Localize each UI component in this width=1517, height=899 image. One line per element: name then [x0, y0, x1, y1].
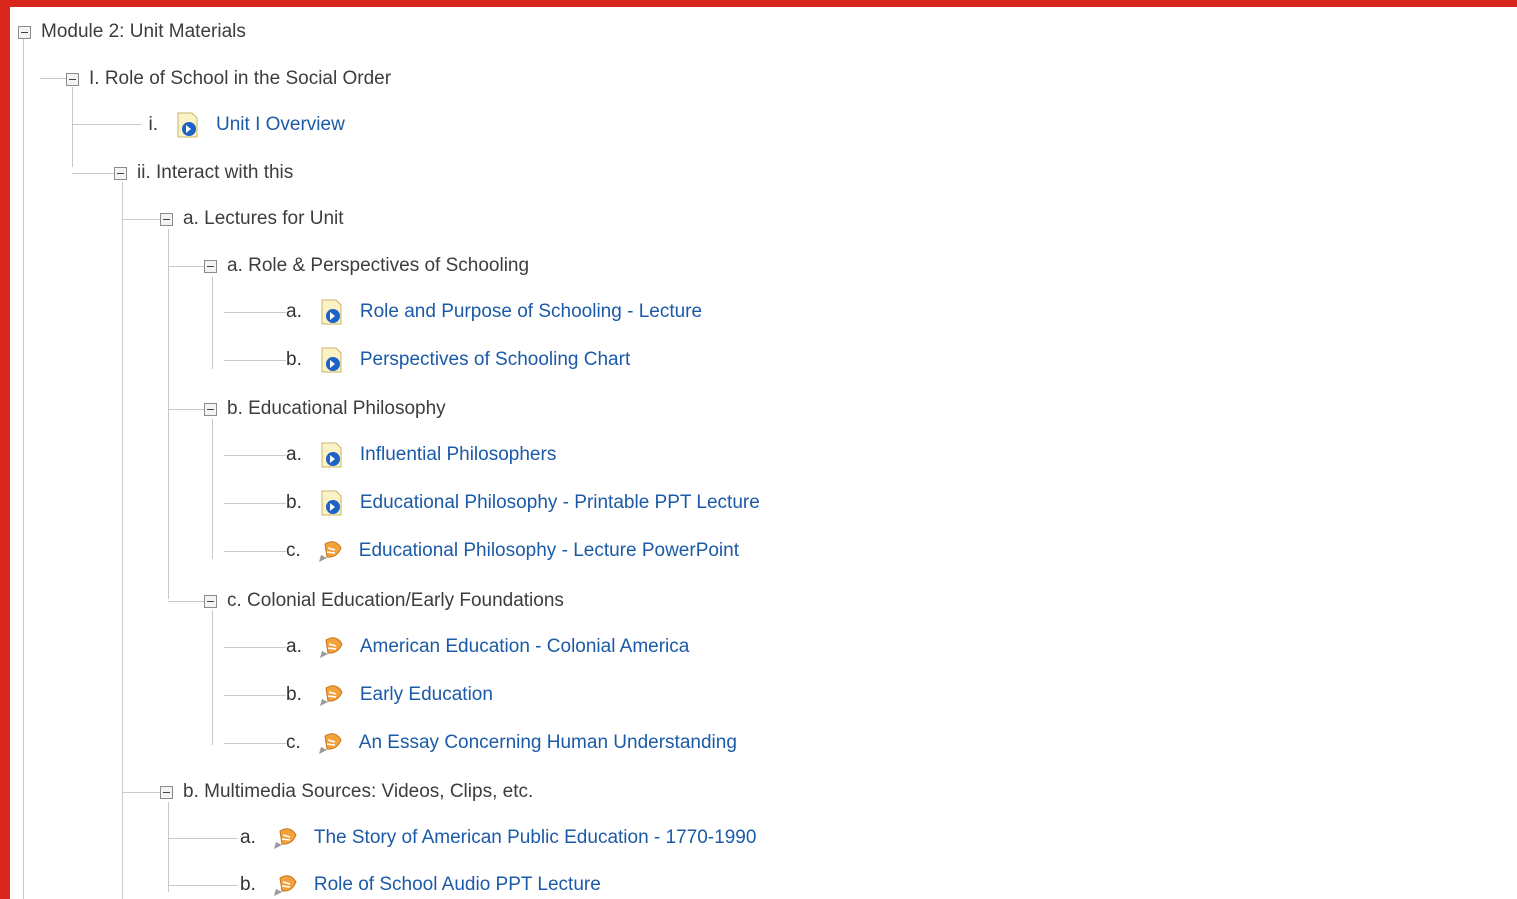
media-icon — [273, 828, 297, 849]
collapse-toggle-icon[interactable] — [114, 166, 127, 180]
item-link[interactable]: Educational Philosophy - Lecture PowerPo… — [359, 540, 739, 562]
page-link-icon — [177, 112, 198, 138]
tree-guide-line — [224, 743, 286, 744]
tree-guide-line — [168, 802, 169, 892]
tree-node-lectures[interactable]: a. Lectures for Unit — [160, 204, 344, 234]
tree-guide-line — [224, 647, 286, 648]
tree-guide-line — [224, 312, 286, 313]
tree-node-label: a. Lectures for Unit — [183, 208, 344, 229]
tree-guide-line — [72, 87, 73, 167]
tree-node-label: ii. Interact with this — [137, 162, 294, 183]
tree-guide-line — [212, 277, 213, 369]
item-number: b. — [286, 492, 302, 513]
tree-node-label: b. Multimedia Sources: Videos, Clips, et… — [183, 781, 534, 802]
tree-guide-line — [168, 229, 169, 599]
tree-guide-line — [224, 503, 286, 504]
item-link[interactable]: Influential Philosophers — [360, 444, 556, 466]
tree-item[interactable]: a. The Story of American Public Educatio… — [240, 823, 756, 853]
tree-guide-line — [122, 219, 160, 220]
tree-guide-line — [72, 173, 114, 174]
item-link[interactable]: Role of School Audio PPT Lecture — [314, 874, 601, 896]
tree-guide-line — [224, 360, 286, 361]
tree-item[interactable]: b. Role of School Audio PPT Lecture — [240, 870, 601, 899]
tree-item[interactable]: a. American Education - Colonial America — [286, 632, 689, 662]
tree-node-label: c. Colonial Education/Early Foundations — [227, 590, 564, 611]
collapse-toggle-icon[interactable] — [160, 212, 173, 226]
tree-item[interactable]: c. Educational Philosophy - Lecture Powe… — [286, 536, 739, 566]
tree-guide-line — [212, 419, 213, 559]
tree-node-unit-i[interactable]: I. Role of School in the Social Order — [66, 64, 391, 94]
tree-item[interactable]: c. An Essay Concerning Human Understandi… — [286, 728, 737, 758]
media-icon — [318, 541, 342, 562]
tree-guide-line — [122, 792, 160, 793]
item-link[interactable]: Unit I Overview — [216, 114, 345, 136]
tree-guide-line — [168, 266, 204, 267]
item-number: a. — [286, 301, 302, 322]
media-icon — [318, 733, 342, 754]
tree-guide-line — [168, 885, 238, 886]
page-link-icon — [321, 299, 342, 325]
item-link[interactable]: Role and Purpose of Schooling - Lecture — [360, 301, 702, 323]
tree-node-module[interactable]: Module 2: Unit Materials — [18, 17, 246, 47]
tree-item-overview[interactable]: i. Unit I Overview — [144, 110, 345, 140]
item-link[interactable]: The Story of American Public Education -… — [314, 827, 757, 849]
media-icon — [319, 685, 343, 706]
page-link-icon — [321, 442, 342, 468]
item-number: i. — [148, 114, 159, 135]
tree-node-interact[interactable]: ii. Interact with this — [114, 158, 293, 188]
page-link-icon — [321, 490, 342, 516]
page-link-icon — [321, 347, 342, 373]
tree-guide-line — [168, 601, 204, 602]
content-tree-panel: Module 2: Unit Materials I. Role of Scho… — [10, 7, 1517, 899]
item-link[interactable]: Educational Philosophy - Printable PPT L… — [360, 492, 760, 514]
collapse-toggle-icon[interactable] — [204, 402, 217, 416]
collapse-toggle-icon[interactable] — [204, 594, 217, 608]
tree-node-educational-philosophy[interactable]: b. Educational Philosophy — [204, 394, 446, 424]
tree-item[interactable]: b. Early Education — [286, 680, 493, 710]
tree-node-label: b. Educational Philosophy — [227, 398, 446, 419]
item-number: a. — [286, 636, 302, 657]
item-link[interactable]: An Essay Concerning Human Understanding — [359, 732, 737, 754]
item-number: a. — [286, 444, 302, 465]
item-number: c. — [286, 732, 301, 753]
item-number: c. — [286, 540, 301, 561]
tree-guide-line — [168, 409, 204, 410]
tree-item[interactable]: a. Influential Philosophers — [286, 440, 556, 470]
tree-item[interactable]: b. Perspectives of Schooling Chart — [286, 345, 630, 375]
collapse-toggle-icon[interactable] — [204, 259, 217, 273]
item-number: b. — [240, 874, 256, 895]
item-number: a. — [240, 827, 256, 848]
tree-item[interactable]: b. Educational Philosophy - Printable PP… — [286, 488, 760, 518]
tree-node-role-perspectives[interactable]: a. Role & Perspectives of Schooling — [204, 251, 529, 281]
collapse-toggle-icon[interactable] — [18, 25, 31, 39]
tree-item[interactable]: a. Role and Purpose of Schooling - Lectu… — [286, 297, 702, 327]
tree-guide-line — [224, 455, 286, 456]
item-link[interactable]: Early Education — [360, 684, 493, 706]
tree-guide-line — [72, 124, 142, 125]
tree-node-multimedia[interactable]: b. Multimedia Sources: Videos, Clips, et… — [160, 777, 533, 807]
tree-node-label: I. Role of School in the Social Order — [89, 68, 392, 89]
tree-guide-line — [224, 551, 286, 552]
item-number: b. — [286, 349, 302, 370]
collapse-toggle-icon[interactable] — [160, 785, 173, 799]
tree-guide-line — [224, 695, 286, 696]
item-link[interactable]: American Education - Colonial America — [360, 636, 690, 658]
tree-guide-line — [212, 610, 213, 745]
tree-node-label: Module 2: Unit Materials — [41, 21, 246, 42]
tree-node-colonial-education[interactable]: c. Colonial Education/Early Foundations — [204, 586, 564, 616]
item-link[interactable]: Perspectives of Schooling Chart — [360, 349, 630, 371]
tree-node-label: a. Role & Perspectives of Schooling — [227, 255, 530, 276]
media-icon — [319, 637, 343, 658]
tree-guide-line — [23, 37, 24, 899]
collapse-toggle-icon[interactable] — [66, 72, 79, 86]
media-icon — [273, 875, 297, 896]
tree-guide-line — [168, 838, 238, 839]
item-number: b. — [286, 684, 302, 705]
